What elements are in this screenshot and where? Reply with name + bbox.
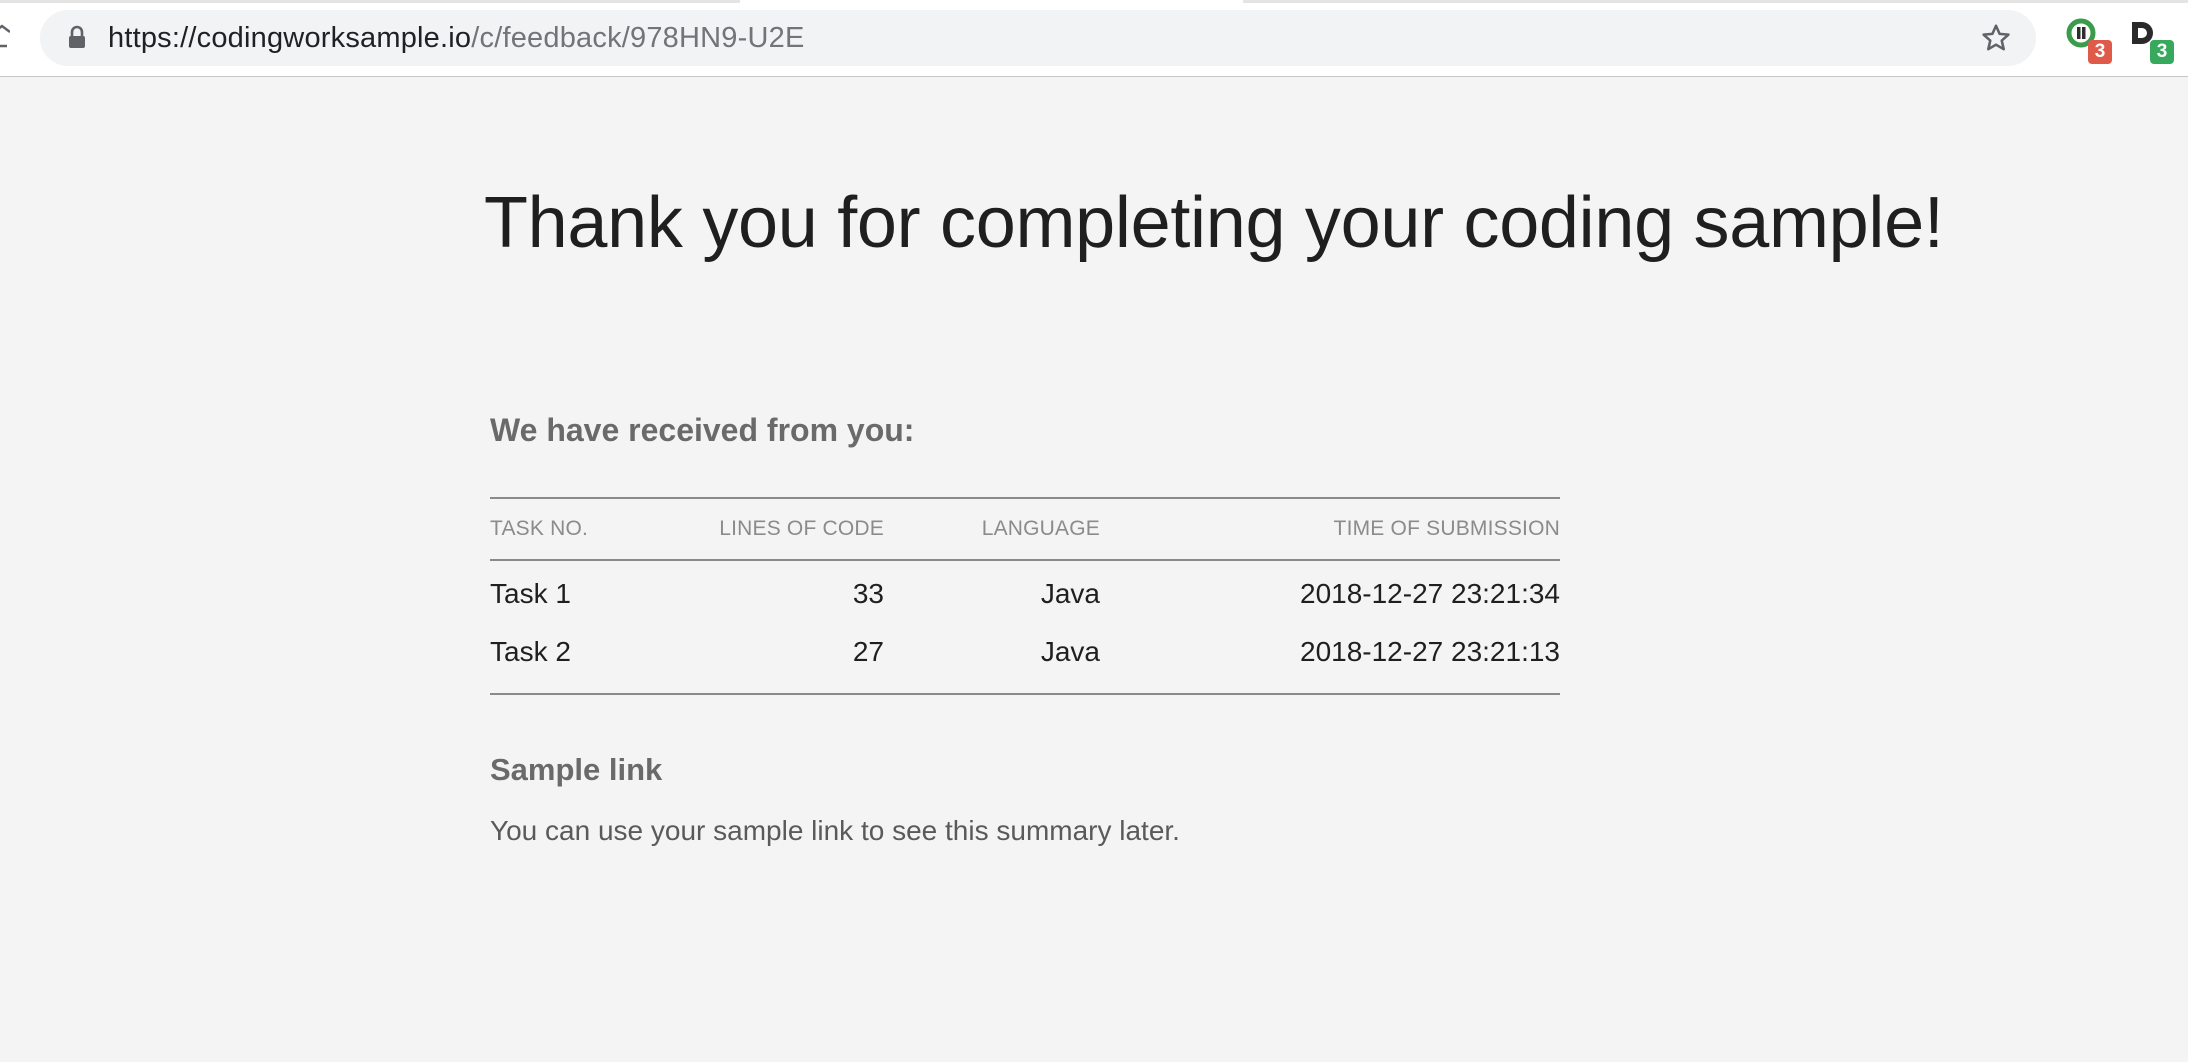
url-text[interactable]: https://codingworksample.io/c/feedback/9…: [108, 10, 805, 66]
language-cell: Java: [1040, 636, 1100, 667]
column-header-time: TIME OF SUBMISSION: [1333, 517, 1560, 540]
lock-icon[interactable]: [66, 25, 88, 51]
column-header-lines: LINES OF CODE: [719, 517, 884, 540]
sample-link-heading: Sample link: [490, 752, 663, 787]
sample-link-description: You can use your sample link to see this…: [490, 815, 1180, 846]
extension-badge: 3: [2088, 40, 2112, 64]
url-host: https://codingworksample.io: [108, 22, 472, 54]
time-cell: 2018-12-27 23:21:13: [1300, 636, 1560, 667]
address-bar[interactable]: https://codingworksample.io/c/feedback/9…: [40, 10, 2036, 66]
bookmark-star-icon[interactable]: [1980, 22, 2012, 54]
home-icon[interactable]: [0, 22, 11, 52]
tab-strip-edge: [1243, 0, 2188, 3]
page-title: Thank you for completing your coding sam…: [484, 183, 1944, 263]
time-cell: 2018-12-27 23:21:34: [1300, 578, 1560, 609]
url-path: /c/feedback/978HN9-U2E: [471, 22, 805, 54]
extension-badge: 3: [2150, 40, 2174, 64]
tab-strip-edge: [0, 0, 740, 3]
column-header-task: TASK NO.: [490, 517, 589, 540]
received-heading: We have received from you:: [490, 412, 915, 448]
task-cell: Task 1: [490, 578, 571, 609]
column-header-language: LANGUAGE: [981, 517, 1100, 540]
table-header: TASK NO. LINES OF CODE LANGUAGE TIME OF …: [490, 499, 1560, 561]
submission-table: TASK NO. LINES OF CODE LANGUAGE TIME OF …: [490, 497, 1560, 695]
lines-cell: 33: [852, 578, 884, 609]
task-cell: Task 2: [490, 636, 571, 667]
extension-button[interactable]: 3: [2066, 18, 2112, 68]
table-row: Task 2 27 Java 2018-12-27 23:21:13: [490, 623, 1560, 681]
browser-toolbar: https://codingworksample.io/c/feedback/9…: [0, 0, 2188, 77]
language-cell: Java: [1040, 578, 1100, 609]
table-row: Task 1 33 Java 2018-12-27 23:21:34: [490, 565, 1560, 623]
extension-button[interactable]: 3: [2128, 18, 2174, 68]
lines-cell: 27: [852, 636, 884, 667]
